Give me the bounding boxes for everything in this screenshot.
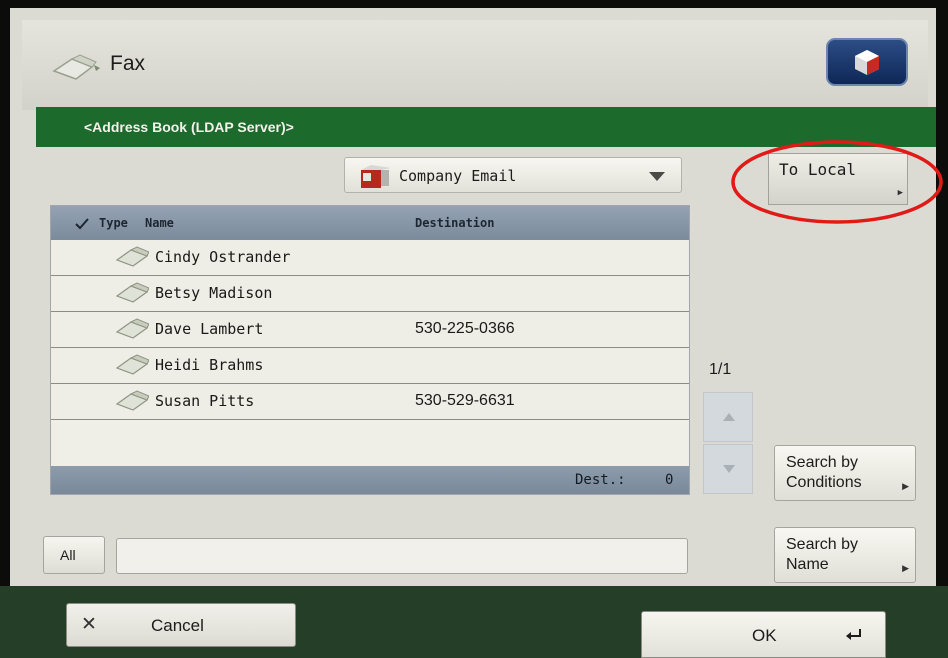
contact-fax-icon: [115, 390, 149, 411]
all-label: All: [60, 547, 76, 563]
address-book-icon: [361, 165, 391, 188]
ok-label: OK: [752, 626, 777, 645]
table-row[interactable]: Heidi Brahms: [51, 348, 689, 384]
address-book-source-label: <Address Book (LDAP Server)>: [84, 119, 294, 135]
column-header-name: Name: [145, 216, 174, 230]
contact-destination: 530-529-6631: [415, 392, 515, 409]
cancel-button[interactable]: ✕ Cancel: [66, 603, 296, 647]
search-by-conditions-button[interactable]: Search by Conditions ▶: [774, 445, 916, 501]
up-arrow-icon: [723, 413, 735, 421]
search-by-name-label-line1: Search by: [786, 536, 859, 553]
contact-fax-icon: [115, 354, 149, 375]
contact-name: Susan Pitts: [155, 392, 255, 410]
contact-name: Betsy Madison: [155, 284, 273, 302]
down-arrow-icon: [723, 465, 735, 473]
cancel-label: Cancel: [151, 616, 204, 635]
title-bar: [22, 20, 928, 110]
table-row[interactable]: Susan Pitts 530-529-6631: [51, 384, 689, 420]
info-button[interactable]: [826, 38, 908, 86]
contact-fax-icon: [115, 282, 149, 303]
close-icon: ✕: [81, 614, 97, 635]
search-by-conditions-label-line1: Search by: [786, 454, 859, 471]
table-row[interactable]: Betsy Madison: [51, 276, 689, 312]
info-cube-icon: [855, 50, 879, 75]
all-button[interactable]: All: [43, 536, 105, 574]
table-row[interactable]: Dave Lambert 530-225-0366: [51, 312, 689, 348]
window-title: Fax: [110, 52, 146, 75]
search-by-name-button[interactable]: Search by Name ▶: [774, 527, 916, 583]
fax-icon: [52, 54, 100, 80]
chevron-right-icon: ▶: [902, 563, 909, 573]
search-by-conditions-label-line2: Conditions: [786, 474, 862, 491]
column-header-destination: Destination: [415, 216, 495, 230]
column-header-type: Type: [99, 216, 128, 230]
chevron-right-icon: ▶: [902, 481, 909, 491]
search-by-name-label-line2: Name: [786, 556, 829, 573]
contact-name: Dave Lambert: [155, 320, 264, 338]
contact-destination: 530-225-0366: [415, 320, 515, 337]
address-book-select-value: Company Email: [399, 167, 517, 185]
contact-fax-icon: [115, 318, 149, 339]
scroll-down-button[interactable]: [703, 444, 753, 494]
chevron-down-icon: [649, 172, 665, 181]
table-header: Type Name Destination: [51, 206, 689, 240]
dest-count-label: Dest.:: [575, 472, 626, 488]
highlight-annotation-icon: [731, 140, 943, 224]
ok-button[interactable]: OK: [641, 611, 886, 658]
table-row[interactable]: Cindy Ostrander: [51, 240, 689, 276]
scroll-up-button[interactable]: [703, 392, 753, 442]
page-indicator: 1/1: [709, 361, 732, 378]
contact-fax-icon: [115, 246, 149, 267]
table-footer: Dest.: 0: [51, 466, 689, 494]
contact-name: Heidi Brahms: [155, 356, 264, 374]
return-icon: [846, 629, 861, 640]
address-book-select[interactable]: Company Email: [344, 157, 682, 193]
dest-count-value: 0: [665, 472, 674, 488]
search-input[interactable]: [116, 538, 688, 574]
check-icon: [75, 218, 89, 230]
contact-name: Cindy Ostrander: [155, 248, 291, 266]
address-table: Type Name Destination Cindy Ostrander Be…: [50, 205, 690, 495]
